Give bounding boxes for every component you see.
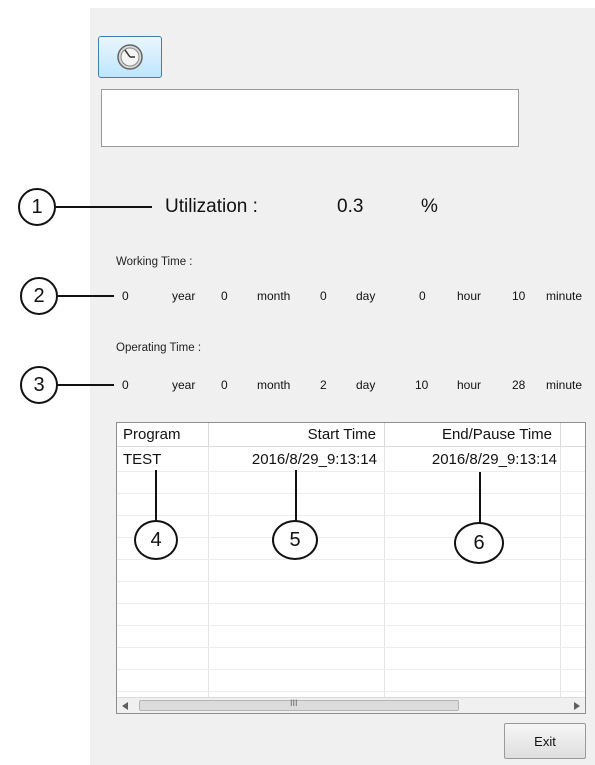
column-header-filler [561, 423, 585, 447]
row-gridline [117, 647, 585, 648]
operating-month-unit: month [257, 378, 291, 392]
row-gridline [117, 515, 585, 516]
scroll-left-arrow-icon[interactable] [122, 702, 128, 710]
operating-day-unit: day [356, 378, 376, 392]
column-header-program[interactable]: Program [117, 423, 209, 447]
callout-1-line [56, 206, 152, 208]
callout-6-line [479, 472, 481, 526]
clock-icon [117, 44, 143, 70]
cell-program: TEST [123, 451, 162, 468]
working-day-value: 0 [320, 289, 327, 303]
callout-3: 3 [20, 366, 58, 404]
cell-start-time: 2016/8/29_9:13:14 [251, 451, 377, 468]
working-hour-unit: hour [457, 289, 482, 303]
row-gridline [117, 669, 585, 670]
horizontal-scrollbar[interactable]: III [117, 697, 585, 713]
message-textbox[interactable] [101, 89, 519, 147]
callout-2: 2 [20, 277, 58, 315]
working-minute-unit: minute [546, 289, 583, 303]
callout-6: 6 [454, 522, 504, 564]
program-history-list[interactable]: Program Start Time End/Pause Time TEST 2… [116, 422, 586, 714]
working-minute-value: 10 [512, 289, 526, 303]
scroll-right-arrow-icon[interactable] [574, 702, 580, 710]
column-header-end-time[interactable]: End/Pause Time [385, 423, 561, 447]
operating-month-value: 0 [221, 378, 228, 392]
working-year-unit: year [172, 289, 196, 303]
operating-time-label: Operating Time : [116, 342, 202, 354]
working-day-unit: day [356, 289, 376, 303]
operating-day-value: 2 [320, 378, 327, 392]
column-divider [208, 447, 209, 697]
row-gridline [117, 581, 585, 582]
working-month-unit: month [257, 289, 291, 303]
row-gridline [117, 471, 585, 472]
utilization-value: 0.3 [337, 196, 364, 217]
callout-5-line [295, 470, 297, 522]
column-header-start-time[interactable]: Start Time [209, 423, 385, 447]
callout-2-line [58, 295, 114, 297]
operating-hour-value: 10 [415, 378, 429, 392]
row-gridline [117, 625, 585, 626]
working-month-value: 0 [221, 289, 228, 303]
operating-year-unit: year [172, 378, 196, 392]
row-gridline [117, 493, 585, 494]
operating-hour-unit: hour [457, 378, 482, 392]
operating-minute-unit: minute [546, 378, 583, 392]
clock-button[interactable] [98, 36, 162, 78]
scrollbar-thumb[interactable]: III [139, 698, 459, 711]
scroll-thumb-grip: III [290, 698, 298, 708]
column-divider [560, 447, 561, 697]
exit-button[interactable]: Exit [504, 723, 586, 759]
row-gridline [117, 537, 585, 538]
callout-5: 5 [272, 520, 318, 560]
working-time-label: Working Time : [116, 256, 193, 268]
utilization-label: Utilization : [165, 196, 258, 217]
column-divider [384, 447, 385, 697]
working-year-value: 0 [122, 289, 129, 303]
row-gridline [117, 559, 585, 560]
callout-4: 4 [134, 520, 178, 560]
callout-1: 1 [18, 188, 56, 226]
operating-minute-value: 28 [512, 378, 526, 392]
callout-4-line [155, 470, 157, 522]
utilization-unit: % [421, 196, 438, 217]
cell-end-time: 2016/8/29_9:13:14 [431, 451, 557, 468]
operating-year-value: 0 [122, 378, 129, 392]
working-hour-value: 0 [419, 289, 426, 303]
row-gridline [117, 603, 585, 604]
callout-3-line [58, 384, 114, 386]
row-gridline [117, 691, 585, 692]
